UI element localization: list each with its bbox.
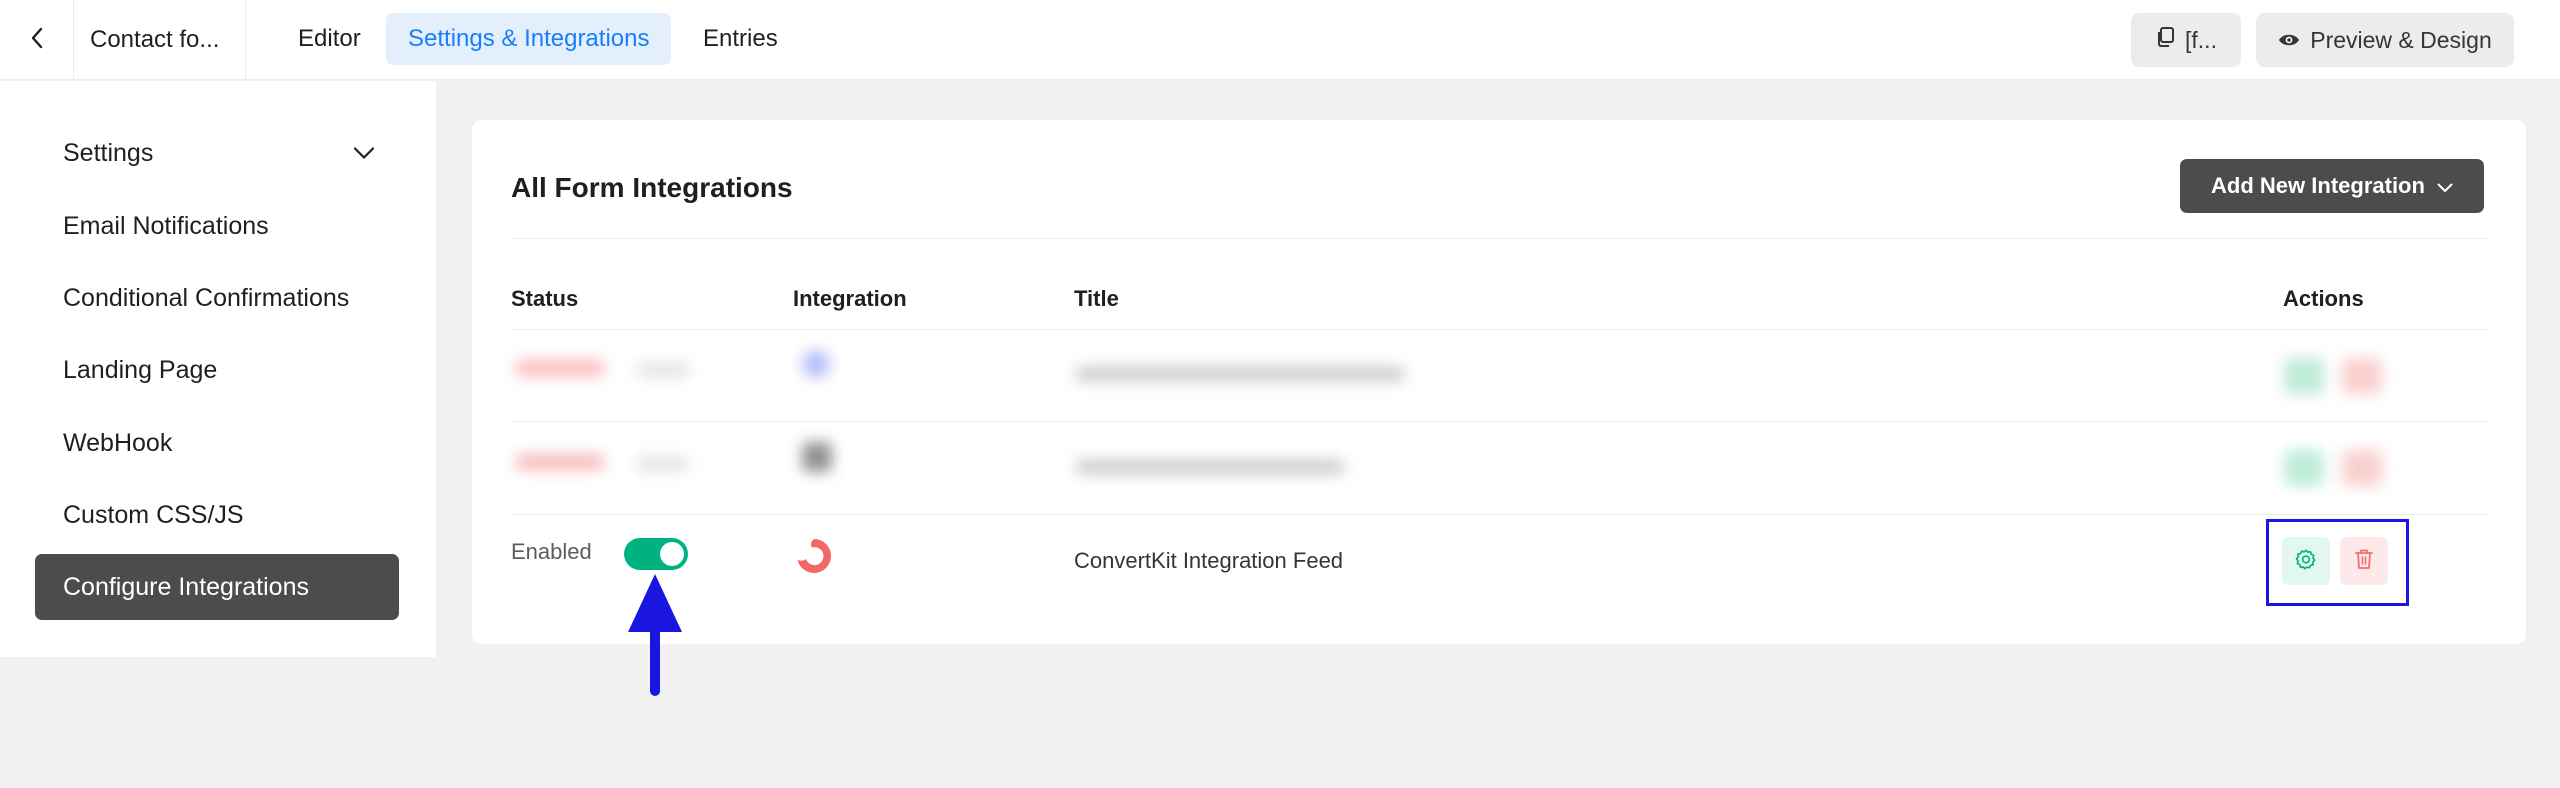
status-toggle[interactable]: [624, 538, 688, 570]
sidebar-item-landing-page[interactable]: Landing Page: [35, 337, 399, 403]
add-new-integration-button[interactable]: Add New Integration: [2180, 159, 2484, 213]
integration-title: ConvertKit Integration Feed: [1074, 548, 1344, 573]
copy-icon: [2155, 26, 2175, 54]
column-header-actions: Actions: [2283, 286, 2364, 311]
sidebar-item-configure-integrations[interactable]: Configure Integrations: [35, 554, 399, 620]
sidebar-item-webhook[interactable]: WebHook: [35, 410, 399, 476]
column-header-integration: Integration: [793, 286, 907, 311]
column-header-status: Status: [511, 286, 579, 311]
toggle-knob: [660, 542, 684, 566]
sidebar-item-label: Email Notifications: [63, 211, 269, 240]
divider: [511, 421, 2487, 422]
divider: [511, 238, 2487, 239]
actions-highlight-box: [2266, 519, 2409, 606]
sidebar-item-settings[interactable]: Settings: [35, 120, 399, 186]
preview-design-label: Preview & Design: [2310, 26, 2492, 53]
add-new-integration-label: Add New Integration: [2211, 173, 2425, 198]
shortcode-label: [f...: [2185, 26, 2217, 53]
sidebar-item-custom-css-js[interactable]: Custom CSS/JS: [35, 482, 399, 548]
sidebar-item-conditional-confirmations[interactable]: Conditional Confirmations: [35, 265, 399, 331]
sidebar-item-label: Custom CSS/JS: [63, 500, 244, 529]
tab-entries[interactable]: Entries: [681, 13, 800, 65]
sidebar: Settings Email Notifications Conditional…: [0, 81, 436, 657]
status-label: Enabled: [511, 539, 592, 564]
tab-editor[interactable]: Editor: [276, 13, 383, 65]
column-header-title: Title: [1074, 286, 1119, 311]
chevron-down-icon: [2437, 173, 2453, 199]
sidebar-item-email-notifications[interactable]: Email Notifications: [35, 193, 399, 259]
chevron-down-icon: [353, 139, 375, 168]
form-title: Contact fo...: [74, 0, 246, 80]
arrow-up-icon: [620, 570, 690, 705]
integrations-card: All Form Integrations Add New Integratio…: [472, 120, 2526, 644]
sidebar-item-label: Landing Page: [63, 355, 218, 384]
tab-settings-integrations[interactable]: Settings & Integrations: [386, 13, 672, 65]
convertkit-logo-icon: [792, 534, 836, 583]
sidebar-item-label: Configure Integrations: [63, 572, 309, 601]
page-title: All Form Integrations: [511, 172, 793, 203]
back-button[interactable]: [0, 0, 74, 80]
eye-icon: [2278, 27, 2300, 54]
preview-design-button[interactable]: Preview & Design: [2256, 13, 2514, 67]
shortcode-button[interactable]: [f...: [2131, 13, 2241, 67]
sidebar-item-label: Conditional Confirmations: [63, 283, 350, 312]
sidebar-item-label: WebHook: [63, 428, 173, 457]
sidebar-item-label: Settings: [63, 138, 154, 167]
chevron-left-icon: [29, 27, 45, 54]
top-bar: Contact fo... Editor Settings & Integrat…: [0, 0, 2560, 80]
divider: [511, 514, 2487, 515]
divider: [511, 329, 2487, 330]
